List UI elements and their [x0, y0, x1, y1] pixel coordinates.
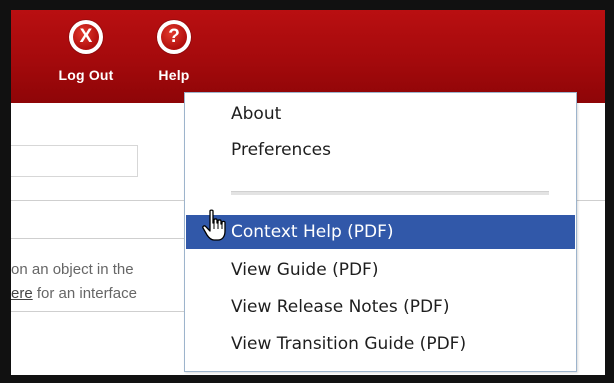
info-bottom-divider [11, 311, 191, 312]
info-divider [11, 238, 191, 239]
top-header-bar: X Log Out ? Help [11, 10, 605, 103]
menu-separator [231, 191, 549, 195]
menu-item-preferences[interactable]: Preferences [186, 133, 575, 167]
logout-button[interactable]: X Log Out [51, 20, 121, 83]
app-window: X Log Out ? Help on an object in the ere… [11, 10, 605, 375]
help-button[interactable]: ? Help [149, 20, 199, 83]
question-mark-icon: ? [161, 24, 187, 50]
screenshot-frame: X Log Out ? Help on an object in the ere… [0, 0, 614, 383]
here-link[interactable]: ere [11, 285, 33, 302]
info-text-line-2: ere for an interface [11, 285, 137, 302]
help-label: Help [158, 67, 190, 83]
menu-item-about[interactable]: About [186, 97, 575, 131]
logout-icon: X [69, 20, 103, 54]
info-text-line-2-rest: for an interface [32, 285, 137, 302]
help-icon: ? [157, 20, 191, 54]
menu-item-release-notes[interactable]: View Release Notes (PDF) [186, 290, 575, 324]
logout-label: Log Out [58, 67, 114, 83]
info-text-line-1: on an object in the [11, 261, 134, 278]
help-dropdown-menu: About Preferences Context Help (PDF) Vie… [184, 92, 577, 372]
search-input[interactable] [11, 145, 138, 177]
menu-item-view-guide[interactable]: View Guide (PDF) [186, 253, 575, 287]
close-x-icon: X [73, 24, 99, 50]
menu-item-transition-guide[interactable]: View Transition Guide (PDF) [186, 327, 575, 361]
menu-item-context-help[interactable]: Context Help (PDF) [186, 215, 575, 249]
